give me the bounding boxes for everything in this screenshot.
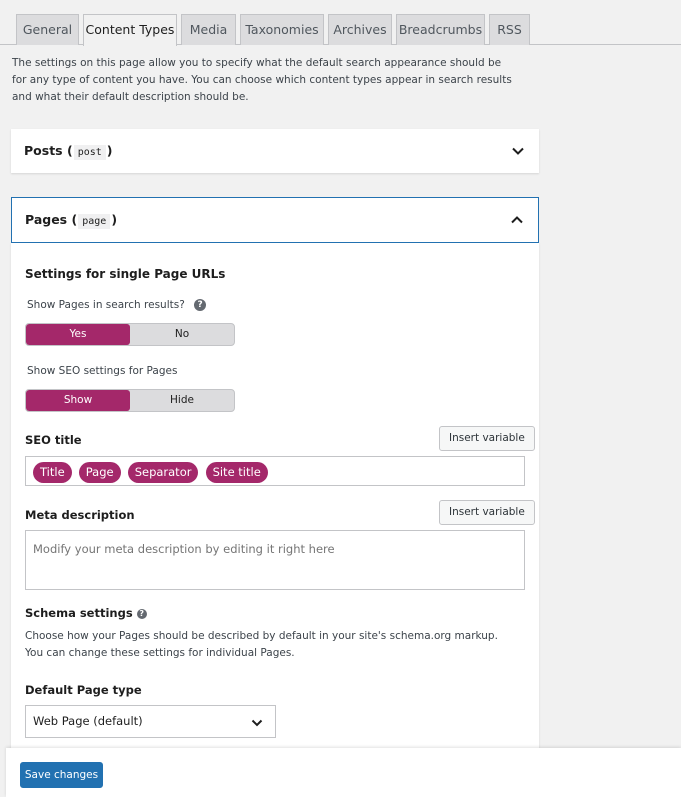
pages-open-paren: (	[71, 212, 78, 227]
meta-description-insert-variable-button[interactable]: Insert variable	[439, 500, 535, 525]
meta-description-placeholder: Modify your meta description by editing …	[33, 542, 335, 556]
schema-settings-heading: Schema settings ?	[25, 606, 147, 620]
pages-close-paren: )	[111, 212, 118, 227]
variable-pill-site-title[interactable]: Site title	[205, 462, 268, 483]
posts-section-toggle[interactable]: Posts (post)	[11, 129, 539, 173]
tab-taxonomies[interactable]: Taxonomies	[240, 14, 324, 45]
seo-title-insert-variable-button[interactable]: Insert variable	[439, 426, 535, 451]
question-icon[interactable]: ?	[136, 608, 147, 619]
pages-section-toggle[interactable]: Pages (page)	[11, 197, 539, 243]
default-page-type-select[interactable]: Web Page (default)	[25, 705, 276, 738]
pages-slug: page	[78, 214, 111, 229]
save-changes-button[interactable]: Save changes	[20, 762, 103, 788]
chevron-down-icon	[512, 147, 524, 155]
chevron-up-icon	[511, 216, 523, 224]
default-page-type-label: Default Page type	[25, 683, 142, 697]
schema-description: Choose how your Pages should be describe…	[25, 630, 498, 659]
seo-title-input[interactable]: Title Page Separator Site title	[25, 456, 525, 486]
single-urls-heading: Settings for single Page URLs	[25, 267, 226, 281]
posts-slug: post	[73, 145, 106, 160]
tab-archives[interactable]: Archives	[328, 14, 392, 45]
sticky-footer: Save changes	[6, 748, 681, 797]
pages-settings-panel: Settings for single Page URLs Show Pages…	[11, 242, 539, 752]
posts-section: Posts (post)	[11, 129, 539, 173]
posts-close-paren: )	[106, 143, 113, 158]
show-in-search-toggle: Yes No	[25, 323, 235, 346]
tab-breadcrumbs[interactable]: Breadcrumbs	[396, 14, 485, 45]
tab-media[interactable]: Media	[181, 14, 236, 45]
show-seo-label: Show SEO settings for Pages	[27, 365, 178, 377]
show-in-search-label-text: Show Pages in search results?	[27, 299, 185, 311]
variable-pill-separator[interactable]: Separator	[127, 462, 199, 483]
question-icon[interactable]: ?	[194, 299, 207, 311]
show-seo-show[interactable]: Show	[26, 390, 130, 411]
tab-rss[interactable]: RSS	[489, 14, 530, 45]
show-in-search-no[interactable]: No	[130, 324, 234, 345]
posts-title: Posts	[24, 143, 63, 158]
show-in-search-yes[interactable]: Yes	[26, 324, 130, 345]
show-seo-hide[interactable]: Hide	[130, 390, 234, 411]
intro-text: The settings on this page allow you to s…	[12, 57, 512, 103]
tab-general[interactable]: General	[16, 14, 79, 45]
meta-description-input[interactable]: Modify your meta description by editing …	[25, 530, 525, 590]
settings-tabs: General Content Types Media Taxonomies A…	[0, 0, 681, 46]
show-seo-toggle: Show Hide	[25, 389, 235, 412]
schema-settings-heading-text: Schema settings	[25, 606, 133, 620]
show-in-search-label: Show Pages in search results? ?	[27, 299, 207, 311]
posts-open-paren: (	[66, 143, 73, 158]
variable-pill-page[interactable]: Page	[78, 462, 121, 483]
chevron-down-icon	[251, 719, 263, 727]
seo-title-label: SEO title	[25, 433, 82, 447]
pages-title: Pages	[25, 212, 68, 227]
variable-pill-title[interactable]: Title	[33, 462, 72, 483]
default-page-type-value: Web Page (default)	[33, 714, 143, 728]
meta-description-label: Meta description	[25, 508, 135, 522]
tab-content-types[interactable]: Content Types	[83, 14, 177, 46]
